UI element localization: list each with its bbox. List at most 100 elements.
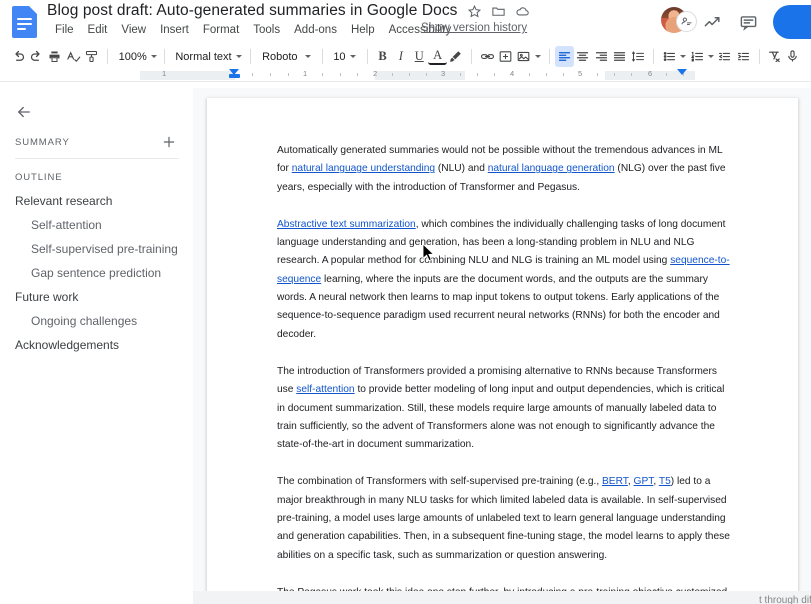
cloud-status-icon[interactable]	[515, 4, 530, 19]
menu-item-view[interactable]: View	[114, 22, 153, 38]
app-header: Blog post draft: Auto-generated summarie…	[0, 0, 811, 44]
outline-item-relevant-research[interactable]: Relevant research	[0, 189, 193, 213]
italic-label: I	[398, 49, 403, 63]
comment-icon[interactable]	[737, 11, 759, 33]
outline-item-future-work[interactable]: Future work	[0, 285, 193, 309]
numbered-list-dropdown[interactable]	[706, 46, 716, 67]
document-link[interactable]: sequence-to-sequence	[277, 255, 730, 284]
outline-sidebar: SUMMARY OUTLINE Relevant research Self-a…	[0, 88, 193, 604]
insert-image-dropdown[interactable]	[533, 46, 543, 67]
toolbar-separator	[366, 49, 368, 64]
google-docs-window: Blog post draft: Auto-generated summarie…	[0, 0, 811, 604]
main-body: SUMMARY OUTLINE Relevant research Self-a…	[0, 88, 811, 604]
outline-list: Relevant research Self-attention Self-su…	[0, 189, 193, 357]
print-icon[interactable]	[46, 46, 64, 67]
clear-formatting-icon[interactable]	[765, 46, 783, 67]
bold-label: B	[378, 49, 387, 63]
outline-item-self-supervised-pre-training[interactable]: Self-supervised pre-training	[0, 237, 193, 261]
align-center-icon[interactable]	[574, 46, 592, 67]
document-link[interactable]: GPT	[634, 476, 654, 487]
outline-item-ongoing-challenges[interactable]: Ongoing challenges	[0, 309, 193, 333]
paint-format-icon[interactable]	[83, 46, 101, 67]
summary-row: SUMMARY	[0, 124, 193, 156]
document-title[interactable]: Blog post draft: Auto-generated summarie…	[47, 2, 458, 20]
underline-label: U	[414, 49, 424, 63]
activity-trend-icon[interactable]	[701, 11, 723, 33]
insert-link-icon[interactable]	[478, 46, 496, 67]
chevron-down-icon	[235, 55, 242, 58]
menu-item-insert[interactable]: Insert	[153, 22, 196, 38]
outline-item-self-attention[interactable]: Self-attention	[0, 213, 193, 237]
chevron-down-icon	[349, 55, 356, 58]
star-icon[interactable]	[467, 4, 482, 19]
chevron-down-icon	[150, 55, 157, 58]
left-indent-marker[interactable]	[229, 69, 240, 81]
google-docs-logo[interactable]	[12, 6, 37, 38]
folder-icon[interactable]	[491, 4, 506, 19]
ruler-track: 1 1 2 3 4 5 6	[0, 69, 811, 82]
numbered-list-icon[interactable]	[688, 46, 706, 67]
italic-button[interactable]: I	[392, 46, 410, 67]
menu-item-addons[interactable]: Add-ons	[287, 22, 344, 38]
decrease-indent-icon[interactable]	[716, 46, 734, 67]
redo-icon[interactable]	[27, 46, 45, 67]
menu-bar: File Edit View Insert Format Tools Add-o…	[48, 22, 458, 38]
document-canvas[interactable]: Automatically generated summaries would …	[193, 88, 811, 604]
align-right-icon[interactable]	[592, 46, 610, 67]
presence-badge-icon[interactable]	[676, 11, 697, 32]
menu-item-format[interactable]: Format	[196, 22, 246, 38]
show-version-history-link[interactable]: Show version history	[421, 22, 527, 34]
voice-typing-icon[interactable]	[784, 46, 802, 67]
menu-item-edit[interactable]: Edit	[81, 22, 115, 38]
spellcheck-icon[interactable]	[64, 46, 82, 67]
bulleted-list-icon[interactable]	[660, 46, 678, 67]
avatar[interactable]	[661, 7, 697, 37]
align-justify-icon[interactable]	[610, 46, 628, 67]
plus-icon[interactable]	[161, 134, 177, 150]
menu-item-file[interactable]: File	[48, 22, 81, 38]
right-indent-marker[interactable]	[677, 69, 688, 81]
toolbar-separator	[548, 49, 550, 64]
outline-item-acknowledgements[interactable]: Acknowledgements	[0, 333, 193, 357]
bold-button[interactable]: B	[373, 46, 391, 67]
add-comment-icon[interactable]	[496, 46, 514, 67]
menu-item-tools[interactable]: Tools	[246, 22, 287, 38]
document-link[interactable]: natural language generation	[488, 163, 615, 174]
ruler-number: 1	[162, 69, 167, 78]
paragraph-style-value: Normal text	[175, 50, 232, 63]
increase-indent-icon[interactable]	[734, 46, 752, 67]
back-arrow-icon[interactable]	[12, 100, 36, 124]
document-body[interactable]: Automatically generated summaries would …	[207, 98, 798, 604]
document-link[interactable]: self-attention	[296, 384, 354, 395]
paragraph-style-dropdown[interactable]: Normal text	[170, 46, 244, 67]
toolbar-separator	[653, 49, 654, 64]
outline-item-gap-sentence-prediction[interactable]: Gap sentence prediction	[0, 261, 193, 285]
document-link[interactable]: Abstractive text summarization	[277, 219, 416, 230]
insert-image-icon[interactable]	[515, 46, 533, 67]
undo-icon[interactable]	[9, 46, 27, 67]
bulleted-list-dropdown[interactable]	[678, 46, 688, 67]
font-family-dropdown[interactable]: Roboto	[257, 46, 316, 67]
chevron-down-icon	[680, 55, 687, 58]
align-left-icon[interactable]	[555, 46, 574, 67]
outline-label: OUTLINE	[15, 172, 63, 183]
text-color-label: A	[433, 48, 443, 62]
menu-item-help[interactable]: Help	[344, 22, 382, 38]
document-paragraph: Abstractive text summarization, which co…	[277, 218, 730, 340]
ruler[interactable]: 1 1 2 3 4 5 6	[0, 69, 811, 82]
zoom-dropdown[interactable]: 100%	[114, 46, 158, 67]
document-page[interactable]: Automatically generated summaries would …	[207, 98, 798, 604]
title-row: Blog post draft: Auto-generated summarie…	[47, 2, 530, 20]
font-size-dropdown[interactable]: 10	[328, 46, 360, 67]
chevron-down-icon	[707, 55, 714, 58]
toolbar-separator	[163, 49, 165, 64]
document-link[interactable]: T5	[659, 476, 671, 487]
line-spacing-icon[interactable]	[629, 46, 647, 67]
document-link[interactable]: natural language understanding	[292, 163, 435, 174]
text-color-button[interactable]: A	[428, 48, 447, 65]
highlight-pen-icon[interactable]	[447, 46, 465, 67]
document-link[interactable]: BERT	[602, 476, 628, 487]
ruler-number: 4	[510, 69, 515, 78]
underline-button[interactable]: U	[410, 46, 428, 67]
share-button[interactable]	[773, 5, 811, 39]
